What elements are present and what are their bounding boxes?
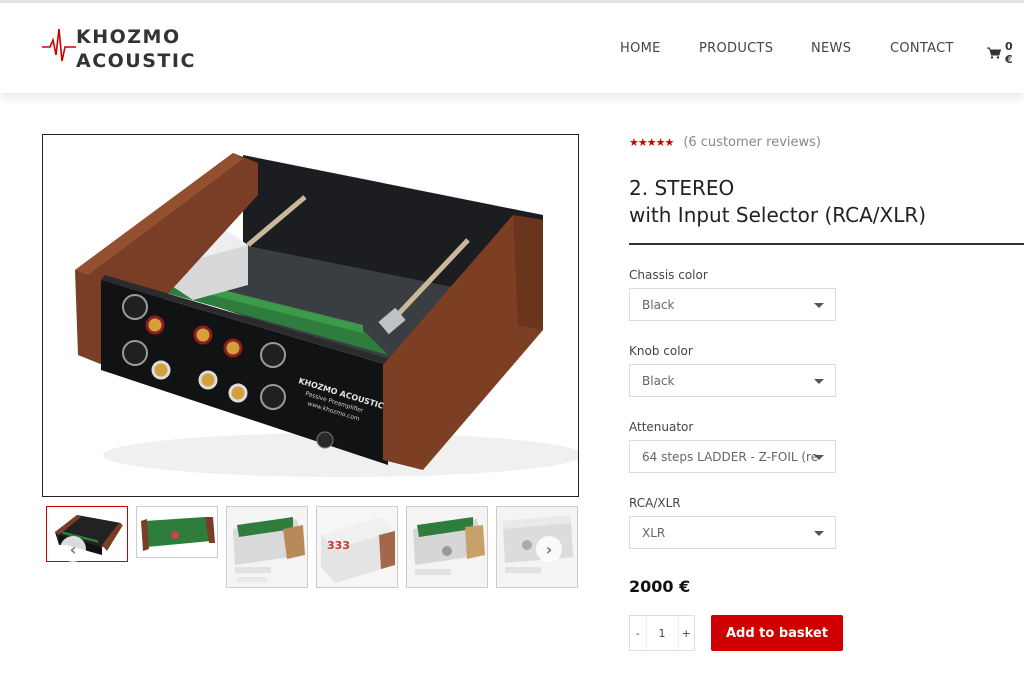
svg-text:333: 333 — [327, 539, 350, 552]
quantity-plus-button[interactable]: + — [679, 616, 695, 650]
chassis-color-label: Chassis color — [629, 268, 708, 282]
nav-news[interactable]: NEWS — [811, 41, 851, 56]
rca-xlr-value: XLR — [642, 526, 666, 540]
product-title-line1: 2. STEREO — [629, 176, 735, 200]
nav-home[interactable]: HOME — [620, 41, 661, 56]
rca-xlr-select[interactable]: XLR — [629, 516, 836, 549]
main-product-image[interactable]: KHOZMO ACOUSTIC Passive Preamplifier www… — [42, 134, 579, 497]
rating-stars: ★★★★★ — [629, 136, 674, 149]
gallery-prev-button[interactable]: ‹ — [60, 536, 86, 562]
thumbnail-1[interactable] — [46, 506, 128, 562]
logo-text-khozmo: KHOZMO — [76, 26, 181, 48]
site-header: KHOZMO ACOUSTIC HOME PRODUCTS NEWS CONTA… — [0, 3, 1024, 93]
knob-color-select[interactable]: Black — [629, 364, 836, 397]
logo-text-acoustic: ACOUSTIC — [76, 50, 196, 72]
chevron-down-icon — [814, 303, 824, 308]
chevron-left-icon: ‹ — [69, 539, 77, 559]
product-title: 2. STEREO with Input Selector (RCA/XLR) — [629, 175, 926, 229]
thumbnail-3[interactable] — [226, 506, 308, 588]
cart-amount: 0 € — [1004, 40, 1013, 66]
rca-xlr-label: RCA/XLR — [629, 496, 681, 510]
thumbnail-2[interactable] — [136, 506, 218, 558]
product-rating: ★★★★★ (6 customer reviews) — [629, 135, 821, 150]
attenuator-value: 64 steps LADDER - Z-FOIL (remote) — [642, 450, 818, 464]
heartbeat-logo-icon — [42, 28, 76, 62]
chassis-color-select[interactable]: Black — [629, 288, 836, 321]
chevron-down-icon — [814, 531, 824, 536]
product-price: 2000 € — [629, 577, 691, 596]
knob-color-value: Black — [642, 374, 675, 388]
product-title-line2: with Input Selector (RCA/XLR) — [629, 203, 927, 227]
title-divider — [629, 243, 1024, 245]
reviews-link[interactable]: (6 customer reviews) — [683, 135, 821, 150]
quantity-stepper: - 1 + — [629, 615, 695, 651]
quantity-minus-button[interactable]: - — [630, 616, 646, 650]
attenuator-select[interactable]: 64 steps LADDER - Z-FOIL (remote) — [629, 440, 836, 473]
product-photo: KHOZMO ACOUSTIC Passive Preamplifier www… — [43, 135, 578, 496]
chevron-down-icon — [814, 379, 824, 384]
cart-button[interactable]: 0 € — [987, 40, 1024, 66]
chevron-right-icon: › — [545, 539, 553, 559]
quantity-input[interactable]: 1 — [645, 616, 679, 650]
site-logo[interactable]: KHOZMO ACOUSTIC — [42, 25, 194, 75]
nav-contact[interactable]: CONTACT — [890, 41, 954, 56]
attenuator-label: Attenuator — [629, 420, 694, 434]
thumbnail-4[interactable]: 333 — [316, 506, 398, 588]
gallery-next-button[interactable]: › — [536, 536, 562, 562]
shopping-cart-icon — [987, 47, 1001, 59]
thumbnail-5[interactable] — [406, 506, 488, 588]
nav-products[interactable]: PRODUCTS — [699, 41, 773, 56]
knob-color-label: Knob color — [629, 344, 693, 358]
chassis-color-value: Black — [642, 298, 675, 312]
add-to-basket-button[interactable]: Add to basket — [711, 615, 843, 651]
chevron-down-icon — [814, 455, 824, 460]
